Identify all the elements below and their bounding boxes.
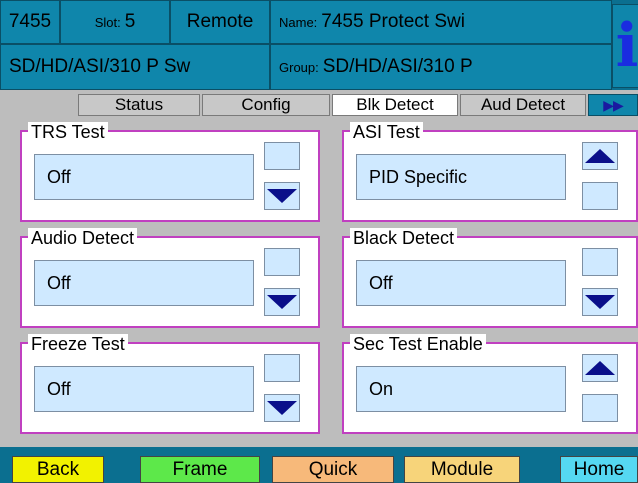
freeze-test-up-blank [264, 354, 300, 382]
status-header: 7455 Slot: 5 Remote Name: 7455 Protect S… [0, 0, 638, 90]
sec-test-enable-value: On [369, 378, 394, 399]
unit-id: 7455 [0, 0, 60, 44]
trs-test-value: Off [47, 166, 71, 187]
sec-test-enable-field[interactable]: On [356, 366, 566, 412]
slot-value: 5 [124, 11, 136, 32]
more-icon: ▶▶ [603, 96, 624, 113]
black-detect-title: Black Detect [350, 228, 458, 248]
name-cell: Name: 7455 Protect Swi [270, 0, 612, 44]
arrow-up-icon [585, 149, 615, 163]
trs-test-down-button[interactable] [264, 182, 300, 210]
frame-label: Frame [172, 458, 228, 480]
back-button[interactable]: Back [12, 456, 104, 483]
arrow-down-icon [585, 295, 615, 309]
tab-label: Blk Detect [356, 95, 434, 114]
arrow-up-icon [585, 361, 615, 375]
tab-label: Aud Detect [480, 95, 566, 114]
name-label: Name: [279, 14, 318, 30]
asi-test-title: ASI Test [350, 122, 423, 142]
freeze-test-title: Freeze Test [28, 334, 128, 354]
tab-blk-detect[interactable]: Blk Detect [332, 94, 458, 116]
freeze-test-value: Off [47, 378, 71, 399]
module-button[interactable]: Module [404, 456, 520, 483]
audio-detect-title: Audio Detect [28, 228, 138, 248]
freeze-test-field[interactable]: Off [34, 366, 254, 412]
audio-detect-down-button[interactable] [264, 288, 300, 316]
tab-config[interactable]: Config [202, 94, 330, 116]
tab-aud-detect[interactable]: Aud Detect [460, 94, 586, 116]
home-label: Home [573, 458, 625, 480]
name-value: 7455 Protect Swi [321, 11, 465, 32]
mode-text: Remote [186, 11, 254, 32]
asi-test-field[interactable]: PID Specific [356, 154, 566, 200]
asi-test-panel: ASI Test PID Specific [342, 122, 638, 222]
asi-test-down-blank [582, 182, 618, 210]
black-detect-field[interactable]: Off [356, 260, 566, 306]
trs-test-panel: TRS Test Off [20, 122, 320, 222]
arrow-down-icon [267, 295, 297, 309]
black-detect-value: Off [369, 272, 393, 293]
sec-test-enable-up-button[interactable] [582, 354, 618, 382]
tab-status[interactable]: Status [78, 94, 200, 116]
trs-test-up-blank [264, 142, 300, 170]
asi-test-value: PID Specific [369, 166, 468, 187]
tab-more-button[interactable]: ▶▶ [588, 94, 638, 116]
sec-test-enable-panel: Sec Test Enable On [342, 334, 638, 434]
mode-cell: Remote [170, 0, 270, 44]
quick-button[interactable]: Quick [272, 456, 394, 483]
sec-test-enable-title: Sec Test Enable [350, 334, 486, 354]
audio-detect-value: Off [47, 272, 71, 293]
black-detect-down-button[interactable] [582, 288, 618, 316]
freeze-test-panel: Freeze Test Off [20, 334, 320, 434]
subtitle-text: SD/HD/ASI/310 P Sw [9, 56, 191, 77]
trs-test-title: TRS Test [28, 122, 108, 142]
tab-label: Status [114, 95, 164, 114]
frame-button[interactable]: Frame [140, 456, 260, 483]
group-value: SD/HD/ASI/310 P [322, 56, 473, 77]
freeze-test-down-button[interactable] [264, 394, 300, 422]
black-detect-up-blank [582, 248, 618, 276]
asi-test-up-button[interactable] [582, 142, 618, 170]
info-glyph: i [615, 11, 638, 81]
audio-detect-panel: Audio Detect Off [20, 228, 320, 328]
module-label: Module [430, 458, 494, 480]
tab-label: Config [241, 95, 291, 114]
trs-test-field[interactable]: Off [34, 154, 254, 200]
group-label: Group: [279, 59, 319, 75]
audio-detect-field[interactable]: Off [34, 260, 254, 306]
unit-id-text: 7455 [8, 11, 52, 32]
info-icon[interactable]: i [612, 4, 638, 88]
group-cell: Group: SD/HD/ASI/310 P [270, 44, 612, 90]
arrow-down-icon [267, 189, 297, 203]
arrow-down-icon [267, 401, 297, 415]
back-label: Back [36, 458, 80, 480]
audio-detect-up-blank [264, 248, 300, 276]
slot-cell: Slot: 5 [60, 0, 170, 44]
subtitle-cell: SD/HD/ASI/310 P Sw [0, 44, 270, 90]
quick-label: Quick [308, 458, 358, 480]
sec-test-enable-down-blank [582, 394, 618, 422]
black-detect-panel: Black Detect Off [342, 228, 638, 328]
home-button[interactable]: Home [560, 456, 638, 483]
slot-label: Slot: [94, 14, 121, 30]
